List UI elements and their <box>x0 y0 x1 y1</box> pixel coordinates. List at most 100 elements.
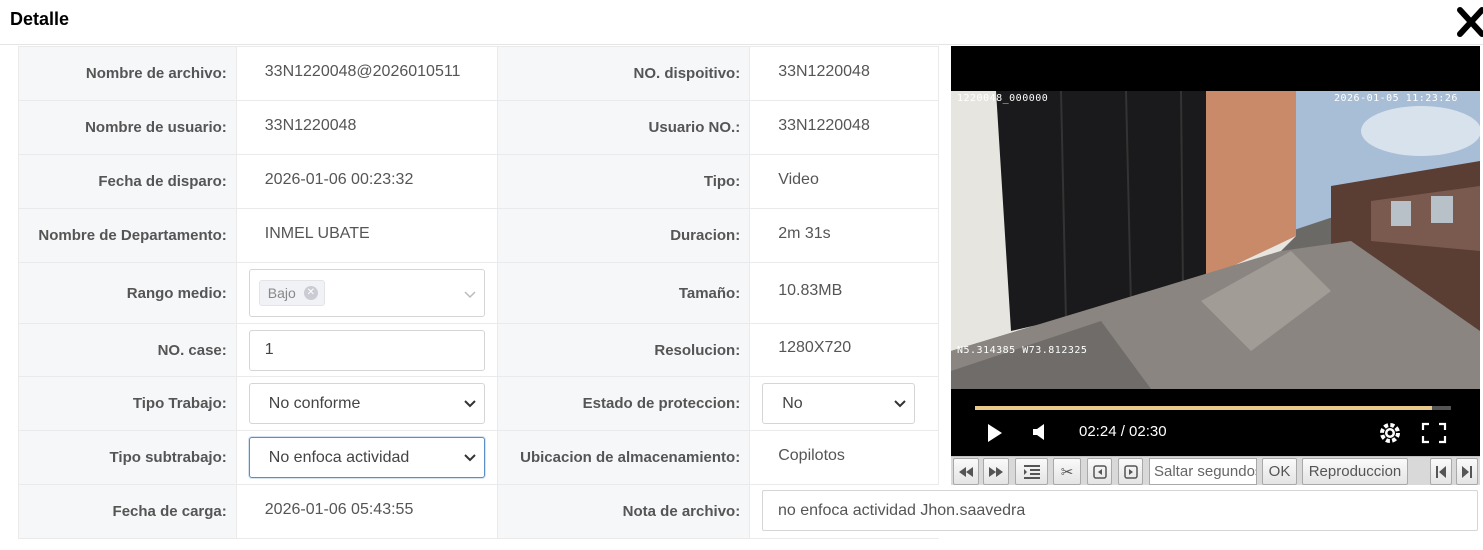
fullscreen-icon[interactable] <box>1421 422 1447 444</box>
storage-label: Ubicacion de almacenamiento: <box>498 431 751 484</box>
upload-value: 2026-01-06 05:43:55 <box>236 485 499 538</box>
range-label: Rango medio: <box>19 263 237 323</box>
list-indent-icon <box>1023 464 1040 479</box>
size-label: Tamaño: <box>498 263 751 323</box>
case-cell: 1 <box>236 324 499 376</box>
case-label: NO. case: <box>19 324 237 376</box>
chevron-down-icon <box>464 454 476 462</box>
player-toolbar: ✂ Saltar segundos OK Reproduccion <box>951 456 1480 485</box>
osd-gps: N5.314385 W73.812325 <box>957 345 1088 356</box>
user-value: 33N1220048 <box>236 101 499 154</box>
prev-frame-button[interactable] <box>1087 458 1112 485</box>
worktype-select[interactable]: No conforme <box>248 383 485 424</box>
chevron-down-icon <box>464 291 476 299</box>
playback-button[interactable]: Reproduccion <box>1302 458 1408 485</box>
range-tag-label: Bajo <box>267 285 296 301</box>
progress-bar[interactable] <box>975 406 1451 410</box>
trigger-label: Fecha de disparo: <box>19 155 237 208</box>
range-cell: Bajo ✕ <box>236 263 499 323</box>
upload-label: Fecha de carga: <box>19 485 237 538</box>
size-value: 10.83MB <box>750 263 939 323</box>
subwork-select[interactable]: No enfoca actividad <box>248 437 485 478</box>
worktype-select-value: No conforme <box>268 394 361 412</box>
chevron-down-icon <box>464 400 476 408</box>
playlist-button[interactable] <box>1015 458 1048 485</box>
frame-forward-icon <box>1123 464 1138 479</box>
note-field-value: no enfoca actividad Jhon.saavedra <box>778 501 1026 519</box>
protection-cell: No <box>750 377 939 430</box>
device-value: 33N1220048 <box>750 47 939 100</box>
subwork-label: Tipo subtrabajo: <box>19 431 237 484</box>
filename-value: 33N1220048@2026010511 <box>236 47 499 100</box>
ok-button[interactable]: OK <box>1262 458 1297 485</box>
playback-label: Reproduccion <box>1308 463 1402 480</box>
protection-select-value: No <box>782 394 803 412</box>
device-label: NO. dispoitivo: <box>498 47 751 100</box>
dialog-header: Detalle <box>0 0 1483 45</box>
time-display: 02:24 / 02:30 <box>1079 423 1167 440</box>
table-row: NO. case: 1 Resolucion: 1280X720 <box>19 324 939 377</box>
range-tag: Bajo ✕ <box>258 280 325 306</box>
settings-icon[interactable] <box>1378 421 1402 445</box>
ok-label: OK <box>1268 463 1291 480</box>
skip-start-icon <box>1436 465 1446 478</box>
volume-icon[interactable] <box>1032 422 1048 442</box>
case-input-value: 1 <box>264 341 274 358</box>
next-frame-button[interactable] <box>1118 458 1143 485</box>
dept-label: Nombre de Departamento: <box>19 209 237 262</box>
video-player[interactable]: 1220048_000000 2026-01-05 11:23:26 N5.31… <box>951 46 1480 456</box>
rewind-button[interactable] <box>953 458 979 485</box>
userno-value: 33N1220048 <box>750 101 939 154</box>
play-icon[interactable] <box>986 422 1004 444</box>
range-select[interactable]: Bajo ✕ <box>248 269 485 317</box>
osd-id: 1220048_000000 <box>957 93 1049 104</box>
seek-seconds-input[interactable]: Saltar segundos <box>1149 458 1257 485</box>
table-row: Nombre de archivo: 33N1220048@2026010511… <box>19 47 939 101</box>
video-frame[interactable]: 1220048_000000 2026-01-05 11:23:26 N5.31… <box>951 91 1480 389</box>
fast-forward-button[interactable] <box>983 458 1009 485</box>
remove-tag-icon[interactable]: ✕ <box>303 286 318 300</box>
type-value: Video <box>750 155 939 208</box>
user-label: Nombre de usuario: <box>19 101 237 154</box>
osd-datetime: 2026-01-05 11:23:26 <box>1334 93 1458 104</box>
table-row: Rango medio: Bajo ✕ Tamaño: 10.83MB <box>19 263 939 324</box>
frame-back-icon <box>1092 464 1107 479</box>
duration-label: Duracion: <box>498 209 751 262</box>
case-input[interactable]: 1 <box>248 329 485 371</box>
table-row: Tipo subtrabajo: No enfoca actividad Ubi… <box>19 431 939 485</box>
fast-forward-icon <box>989 466 1003 477</box>
last-button[interactable] <box>1456 458 1478 485</box>
duration-value: 2m 31s <box>750 209 939 262</box>
worktype-cell: No conforme <box>236 377 499 430</box>
dept-value: INMEL UBATE <box>236 209 499 262</box>
table-row: Fecha de disparo: 2026-01-06 00:23:32 Ti… <box>19 155 939 209</box>
table-row: Tipo Trabajo: No conforme Estado de prot… <box>19 377 939 431</box>
worktype-label: Tipo Trabajo: <box>19 377 237 430</box>
table-row: Nombre de Departamento: INMEL UBATE Dura… <box>19 209 939 263</box>
protection-select[interactable]: No <box>762 383 916 424</box>
userno-label: Usuario NO.: <box>498 101 751 154</box>
chevron-down-icon <box>894 400 906 408</box>
progress-fill <box>975 406 1432 410</box>
protection-label: Estado de proteccion: <box>498 377 751 430</box>
storage-value: Copilotos <box>750 431 939 484</box>
subwork-cell: No enfoca actividad <box>236 431 499 484</box>
first-button[interactable] <box>1430 458 1452 485</box>
scissors-icon: ✂ <box>1060 463 1074 481</box>
clip-button[interactable]: ✂ <box>1053 458 1081 485</box>
resolution-label: Resolucion: <box>498 324 751 376</box>
note-label: Nota de archivo: <box>498 485 751 538</box>
skip-end-icon <box>1462 465 1472 478</box>
type-label: Tipo: <box>498 155 751 208</box>
rewind-icon <box>959 466 973 477</box>
close-icon[interactable] <box>1456 6 1483 38</box>
table-row: Nombre de usuario: 33N1220048 Usuario NO… <box>19 101 939 155</box>
note-field[interactable]: no enfoca actividad Jhon.saavedra <box>762 490 1478 531</box>
filename-label: Nombre de archivo: <box>19 47 237 100</box>
detail-table: Nombre de archivo: 33N1220048@2026010511… <box>18 46 939 539</box>
subwork-select-value: No enfoca actividad <box>268 448 410 466</box>
resolution-value: 1280X720 <box>750 324 939 376</box>
seek-placeholder: Saltar segundos <box>1154 463 1257 480</box>
dialog-title: Detalle <box>10 9 70 29</box>
trigger-value: 2026-01-06 00:23:32 <box>236 155 499 208</box>
